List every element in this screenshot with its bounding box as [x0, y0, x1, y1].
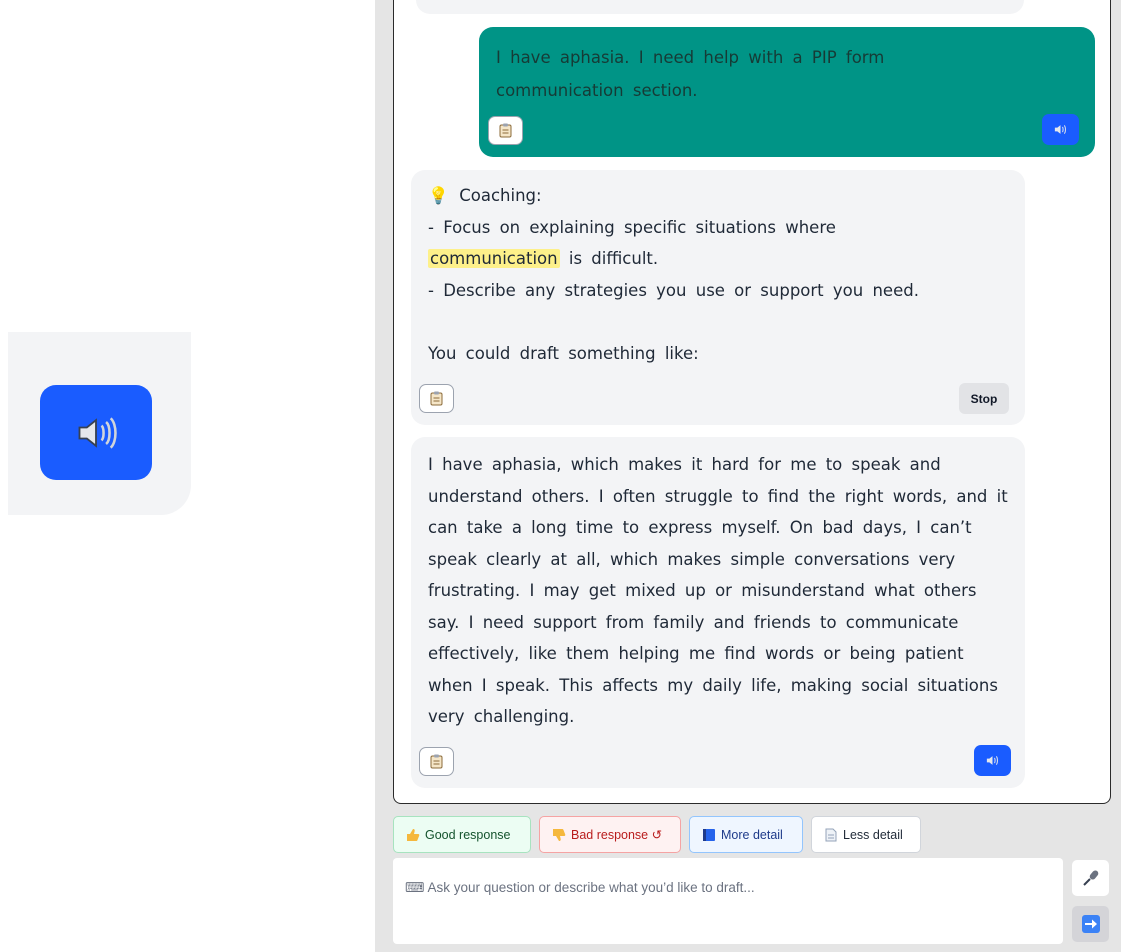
clipboard-icon: [430, 391, 443, 406]
bad-response-button[interactable]: Bad response ↺: [539, 816, 681, 853]
coaching-heading: Coaching:: [459, 186, 542, 205]
more-detail-button[interactable]: More detail: [689, 816, 803, 853]
thumbs-up-icon: [406, 828, 420, 842]
draft-text: I have aphasia, which makes it hard for …: [428, 455, 1008, 726]
good-response-button[interactable]: Good response: [393, 816, 531, 853]
speaker-icon: [78, 416, 117, 449]
user-message: I have aphasia. I need help with a PIP f…: [479, 27, 1095, 157]
speak-button[interactable]: [974, 745, 1011, 776]
coaching-text: 💡 Coaching: - Focus on explaining specif…: [428, 180, 1008, 369]
question-input[interactable]: [393, 858, 1063, 944]
send-button[interactable]: [1072, 906, 1109, 942]
page-icon: [824, 828, 838, 842]
coaching-message: 💡 Coaching: - Focus on explaining specif…: [411, 170, 1025, 425]
zoomed-speak-button[interactable]: [40, 385, 152, 480]
speaker-icon: [986, 756, 998, 765]
clipboard-icon: [499, 123, 512, 138]
clipboard-icon: [430, 754, 443, 769]
assistant-app: I have aphasia. I need help with a PIP f…: [375, 0, 1121, 952]
coaching-line1-end: is difficult.: [568, 249, 659, 268]
highlighted-keyword: communication: [428, 249, 560, 268]
stop-button[interactable]: Stop: [959, 383, 1009, 414]
copy-button[interactable]: [419, 384, 454, 413]
microphone-icon: [1082, 870, 1098, 886]
speaker-icon: [1054, 125, 1066, 134]
speak-button[interactable]: [1042, 114, 1079, 145]
coaching-line2: - Describe any strategies you use or sup…: [428, 280, 919, 300]
previous-message: [416, 0, 1024, 14]
coaching-line1: - Focus on explaining specific situation…: [428, 217, 836, 237]
user-message-text: I have aphasia. I need help with a PIP f…: [496, 48, 885, 100]
question-input-container: [393, 858, 1063, 944]
good-response-label: Good response: [425, 827, 511, 842]
bad-response-label: Bad response ↺: [571, 828, 663, 842]
draft-message: I have aphasia, which makes it hard for …: [411, 437, 1025, 788]
zoomed-speaker-panel: [8, 332, 191, 515]
copy-button[interactable]: [488, 116, 523, 145]
less-detail-button[interactable]: Less detail: [811, 816, 921, 853]
less-detail-label: Less detail: [843, 827, 903, 842]
coaching-line3: You could draft something like:: [428, 343, 699, 363]
thumbs-down-icon: [552, 828, 566, 842]
lightbulb-icon: 💡: [428, 186, 449, 205]
book-icon: [702, 828, 716, 842]
chat-panel[interactable]: I have aphasia. I need help with a PIP f…: [393, 0, 1111, 804]
copy-button[interactable]: [419, 747, 454, 776]
microphone-button[interactable]: [1072, 860, 1109, 896]
arrow-right-icon: [1081, 915, 1100, 933]
more-detail-label: More detail: [721, 827, 783, 842]
